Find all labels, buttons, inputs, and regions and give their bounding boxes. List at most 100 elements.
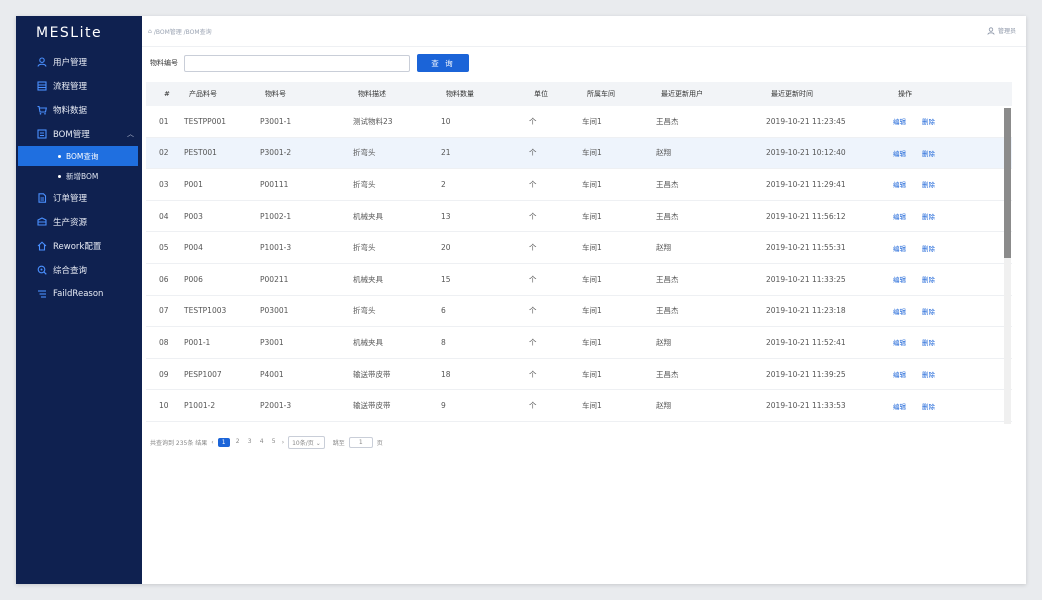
edit-link[interactable]: 编辑 (893, 308, 906, 316)
column-header: 最近更新用户 (661, 90, 703, 98)
jump-input[interactable]: 1 (348, 437, 373, 448)
table-cell: 车间1 (582, 211, 602, 221)
table-cell: 02 (159, 148, 169, 158)
scrollbar-thumb[interactable] (1004, 108, 1011, 258)
table-cell: 车间1 (582, 243, 602, 253)
edit-link[interactable]: 编辑 (893, 213, 906, 221)
page-button[interactable]: 5 (270, 438, 278, 447)
table-row[interactable]: 09 PESP1007 P4001 输送带皮带 18 个 车间1 王昌杰 2019-10-21 … (146, 359, 1012, 391)
table-cell: 03 (159, 179, 169, 189)
delete-link[interactable]: 删除 (922, 339, 935, 347)
sidebar-item-8[interactable]: FaildReason (16, 282, 142, 306)
table-cell: 06 (159, 274, 169, 284)
table-cell: 王昌杰 (656, 179, 679, 189)
edit-link[interactable]: 编辑 (893, 276, 906, 284)
sidebar-nav: 用户管理 流程管理 物料数据 BOM管理 ︿ BOM查询 新增BOM 订单管理 生产资源 Rewo… (16, 50, 142, 306)
table-cell: P3001-2 (260, 148, 292, 158)
next-page-icon[interactable]: › (282, 439, 284, 446)
sidebar-item-label: Rework配置 (53, 242, 102, 252)
table-row[interactable]: 08 P001-1 P3001 机械夹具 8 个 车间1 赵翔 2019-10-21 11:52… (146, 327, 1012, 359)
edit-link[interactable]: 编辑 (893, 245, 906, 253)
table-scrollbar[interactable] (1004, 108, 1011, 424)
delete-link[interactable]: 删除 (922, 213, 935, 221)
material-number-input[interactable] (184, 54, 410, 72)
table-cell: 9 (441, 401, 446, 411)
page-list: 12345 (217, 438, 278, 447)
user-icon (36, 57, 47, 68)
table-cell: P00111 (260, 179, 289, 189)
user-menu[interactable]: 管理员 (987, 26, 1016, 35)
sidebar-item-0[interactable]: 用户管理 (16, 50, 142, 74)
table-cell: 折弯头 (353, 243, 376, 253)
column-header: 最近更新时间 (771, 90, 813, 98)
table-row[interactable]: 10 P1001-2 P2001-3 输送带皮带 9 个 车间1 赵翔 2019-10-21 1… (146, 390, 1012, 422)
sidebar-item-1[interactable]: 流程管理 (16, 74, 142, 98)
sidebar-item-7[interactable]: 综合查询 (16, 258, 142, 282)
prev-page-icon[interactable]: ‹ (211, 439, 213, 446)
delete-link[interactable]: 删除 (922, 403, 935, 411)
column-header: 物料数量 (446, 90, 474, 98)
table-cell: P1002-1 (260, 211, 292, 221)
edit-link[interactable]: 编辑 (893, 118, 906, 126)
table-row[interactable]: 05 P004 P1001-3 折弯头 20 个 车间1 赵翔 2019-10-21 11:55… (146, 232, 1012, 264)
delete-link[interactable]: 删除 (922, 181, 935, 189)
sidebar-subitem-0[interactable]: BOM查询 (18, 146, 138, 166)
table-cell: 王昌杰 (656, 369, 679, 379)
table-cell: P001 (184, 179, 203, 189)
sidebar-item-2[interactable]: 物料数据 (16, 98, 142, 122)
table-cell: 05 (159, 243, 169, 253)
table-cell: 个 (529, 148, 537, 158)
table-row[interactable]: 02 PEST001 P3001-2 折弯头 21 个 车间1 赵翔 2019-10-21 10… (146, 137, 1012, 170)
edit-link[interactable]: 编辑 (893, 150, 906, 158)
page-button[interactable]: 1 (217, 438, 230, 447)
table-cell: 2019-10-21 11:23:45 (766, 116, 846, 126)
table-cell: 王昌杰 (656, 274, 679, 284)
table-row[interactable]: 03 P001 P00111 折弯头 2 个 车间1 王昌杰 2019-10-21 11:29:… (146, 169, 1012, 201)
delete-link[interactable]: 删除 (922, 276, 935, 284)
table-cell: 07 (159, 306, 169, 316)
edit-link[interactable]: 编辑 (893, 339, 906, 347)
column-header: # (164, 90, 170, 98)
delete-link[interactable]: 删除 (922, 308, 935, 316)
page-button[interactable]: 3 (246, 438, 254, 447)
row-actions: 编辑 删除 (893, 369, 993, 379)
edit-link[interactable]: 编辑 (893, 371, 906, 379)
sidebar-subitem-1[interactable]: 新增BOM (16, 166, 142, 186)
edit-link[interactable]: 编辑 (893, 181, 906, 189)
delete-link[interactable]: 删除 (922, 150, 935, 158)
table-cell: 2019-10-21 10:12:40 (766, 148, 846, 158)
delete-link[interactable]: 删除 (922, 245, 935, 253)
edit-link[interactable]: 编辑 (893, 403, 906, 411)
flow-icon (36, 81, 47, 92)
table-cell: 机械夹具 (353, 274, 383, 284)
table-cell: 10 (159, 401, 169, 411)
search-bar: 物料编号 查 询 (150, 54, 469, 72)
table-cell: 个 (529, 306, 537, 316)
table-cell: 赵翔 (656, 337, 671, 347)
table-cell: 折弯头 (353, 306, 376, 316)
table-cell: 车间1 (582, 274, 602, 284)
sidebar-item-label: 综合查询 (53, 266, 88, 276)
table-row[interactable]: 06 P006 P00211 机械夹具 15 个 车间1 王昌杰 2019-10-21 11:3… (146, 264, 1012, 296)
page-size-select[interactable]: 10条/页 ⌄ (288, 436, 325, 449)
table-cell: P006 (184, 274, 203, 284)
table-cell: 2019-10-21 11:33:25 (766, 274, 846, 284)
sidebar-item-5[interactable]: 生产资源 (16, 210, 142, 234)
table-row[interactable]: 04 P003 P1002-1 机械夹具 13 个 车间1 王昌杰 2019-10-21 11:… (146, 201, 1012, 233)
app-window: MESLite 用户管理 流程管理 物料数据 BOM管理 ︿ BOM查询 新增BOM 订单管理… (16, 16, 1026, 584)
sidebar-item-6[interactable]: Rework配置 (16, 234, 142, 258)
column-header: 操作 (898, 90, 912, 98)
table-row[interactable]: 01 TESTPP001 P3001-1 测试物料23 10 个 车间1 王昌杰 2019-10… (146, 106, 1012, 138)
search-button[interactable]: 查 询 (417, 54, 469, 72)
delete-link[interactable]: 删除 (922, 118, 935, 126)
jump-label: 跳至 (332, 440, 345, 447)
table-cell: 01 (159, 116, 169, 126)
delete-link[interactable]: 删除 (922, 371, 935, 379)
sidebar-item-4[interactable]: 订单管理 (16, 186, 142, 210)
sidebar-item-3[interactable]: BOM管理 ︿ (16, 122, 142, 146)
table-cell: 18 (441, 369, 451, 379)
page-button[interactable]: 2 (234, 438, 242, 447)
table-row[interactable]: 07 TESTP1003 P03001 折弯头 6 个 车间1 王昌杰 2019-10-21 1… (146, 296, 1012, 328)
home-icon[interactable]: ⌂ (148, 28, 152, 35)
page-button[interactable]: 4 (258, 438, 266, 447)
